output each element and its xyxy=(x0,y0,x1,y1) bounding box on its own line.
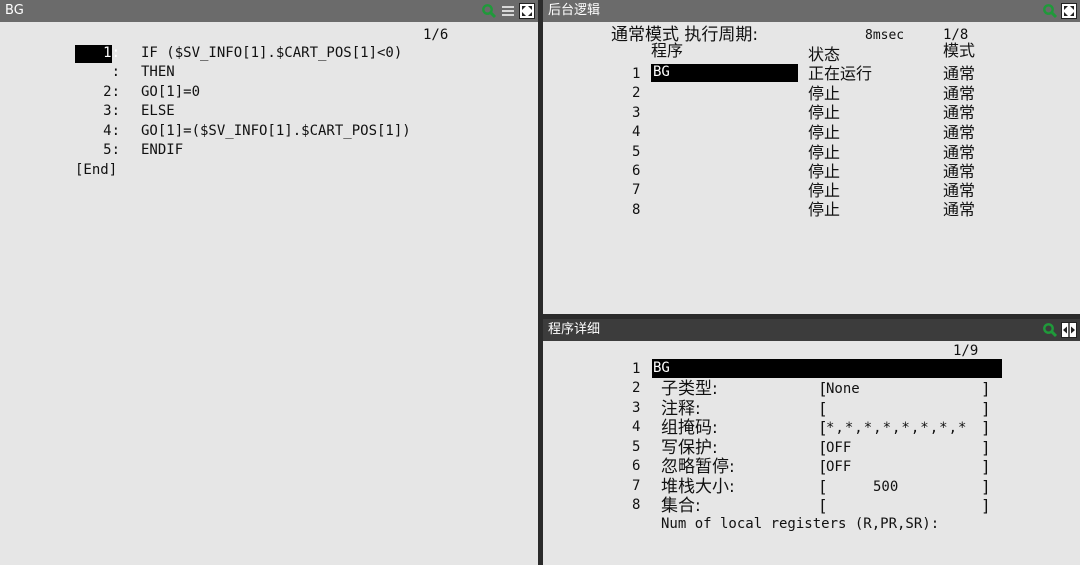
field-label: 堆栈大小: xyxy=(661,477,735,497)
program-detail-panel: 程序详细 1/9 1 BG 2 子类型: [ None ] 3 注释: [ ] … xyxy=(543,319,1080,565)
code-line[interactable]: THEN xyxy=(141,63,175,83)
row-number: 1 xyxy=(632,66,641,82)
menu-icon[interactable] xyxy=(500,3,516,19)
field-bracket-close: ] xyxy=(981,438,991,457)
detail-title: 程序详细 xyxy=(548,322,601,337)
row-number: 4 xyxy=(632,124,641,140)
row-status: 停止 xyxy=(808,162,841,181)
field-bracket-open: [ xyxy=(818,496,828,515)
row-program[interactable]: BG xyxy=(653,63,670,83)
maximize-icon[interactable] xyxy=(519,3,535,19)
row-number: 3 xyxy=(632,400,641,416)
field-bracket-close: ] xyxy=(981,457,991,476)
line-number[interactable]: 1: xyxy=(92,44,120,64)
field-value[interactable]: 500 xyxy=(873,478,898,498)
row-number: 8 xyxy=(632,497,641,513)
code-line[interactable]: ELSE xyxy=(141,102,175,122)
col-header-status: 状态 xyxy=(808,45,841,64)
field-label: 组掩码: xyxy=(661,418,718,438)
local-registers-label: Num of local registers (R,PR,SR): xyxy=(661,516,940,532)
col-header-mode: 模式 xyxy=(943,41,976,60)
row-number: 8 xyxy=(632,202,641,218)
line-number[interactable]: : xyxy=(92,63,120,83)
row-status: 停止 xyxy=(808,181,841,200)
row-number: 7 xyxy=(632,182,641,198)
row-number: 1 xyxy=(632,361,641,377)
program-name-highlight xyxy=(652,359,1002,378)
col-header-program: 程序 xyxy=(651,41,684,60)
field-label: 子类型: xyxy=(661,379,718,399)
row-mode: 通常 xyxy=(943,84,976,103)
detail-title-bar: 程序详细 xyxy=(543,319,1080,341)
field-bracket-close: ] xyxy=(981,496,991,515)
row-status: 停止 xyxy=(808,200,841,219)
field-value[interactable]: OFF xyxy=(826,439,851,459)
row-mode: 通常 xyxy=(943,200,976,219)
bg-logic-title: 后台逻辑 xyxy=(548,3,601,18)
row-number: 7 xyxy=(632,478,641,494)
field-label: 集合: xyxy=(661,496,701,516)
editor-title: BG xyxy=(5,3,24,18)
program-name[interactable]: BG xyxy=(653,359,670,379)
field-label: 忽略暂停: xyxy=(661,457,735,477)
field-bracket-open: [ xyxy=(818,399,828,418)
line-number[interactable]: 4: xyxy=(92,122,120,142)
row-number: 5 xyxy=(632,439,641,455)
field-bracket-close: ] xyxy=(981,477,991,496)
row-number: 3 xyxy=(632,105,641,121)
field-bracket-close: ] xyxy=(981,418,991,437)
row-number: 4 xyxy=(632,419,641,435)
row-mode: 通常 xyxy=(943,181,976,200)
row-status: 停止 xyxy=(808,84,841,103)
field-value[interactable]: *,*,*,*,*,*,*,* xyxy=(826,419,967,439)
code-line[interactable]: IF ($SV_INFO[1].$CART_POS[1]<0) xyxy=(141,44,402,64)
field-value[interactable]: None xyxy=(826,380,860,400)
line-number[interactable]: 3: xyxy=(92,102,120,122)
line-number[interactable]: 2: xyxy=(92,83,120,103)
line-number[interactable]: 5: xyxy=(92,141,120,161)
editor-title-bar: BG xyxy=(0,0,538,22)
row-mode: 通常 xyxy=(943,123,976,142)
row-status: 停止 xyxy=(808,143,841,162)
bg-logic-title-bar: 后台逻辑 xyxy=(543,0,1080,22)
row-number: 2 xyxy=(632,85,641,101)
zoom-icon[interactable] xyxy=(481,3,497,19)
zoom-icon[interactable] xyxy=(1042,322,1058,338)
code-line[interactable]: GO[1]=0 xyxy=(141,83,200,103)
program-editor-panel: BG 1/6 1: IF ($SV_INFO[1].$CART_POS[1]<0… xyxy=(0,0,538,565)
row-status: 正在运行 xyxy=(808,64,873,83)
code-line[interactable]: GO[1]=($SV_INFO[1].$CART_POS[1]) xyxy=(141,122,411,142)
row-status: 停止 xyxy=(808,123,841,142)
field-label: 写保护: xyxy=(661,438,718,458)
row-number: 6 xyxy=(632,458,641,474)
field-bracket-close: ] xyxy=(981,399,991,418)
maximize-icon[interactable] xyxy=(1061,3,1077,19)
row-mode: 通常 xyxy=(943,64,976,83)
row-number: 2 xyxy=(632,380,641,396)
row-mode: 通常 xyxy=(943,103,976,122)
split-icon[interactable] xyxy=(1061,322,1077,338)
editor-page-indicator: 1/6 xyxy=(423,27,449,43)
row-mode: 通常 xyxy=(943,162,976,181)
field-value[interactable]: OFF xyxy=(826,458,851,478)
row-number: 5 xyxy=(632,144,641,160)
end-marker: [End] xyxy=(75,162,118,178)
mode-label: 通常模式 执行周期: xyxy=(611,25,759,45)
field-bracket-open: [ xyxy=(818,477,828,496)
row-status: 停止 xyxy=(808,103,841,122)
code-line[interactable]: ENDIF xyxy=(141,141,183,161)
cycle-value: 8msec xyxy=(865,28,905,43)
field-label: 注释: xyxy=(661,399,701,419)
row-mode: 通常 xyxy=(943,143,976,162)
selected-row-highlight xyxy=(651,64,798,82)
field-bracket-close: ] xyxy=(981,379,991,398)
background-logic-panel: 后台逻辑 通常模式 执行周期: 8msec 1/8 程序 状态 模式 1 BG … xyxy=(543,0,1080,314)
zoom-icon[interactable] xyxy=(1042,3,1058,19)
row-number: 6 xyxy=(632,163,641,179)
